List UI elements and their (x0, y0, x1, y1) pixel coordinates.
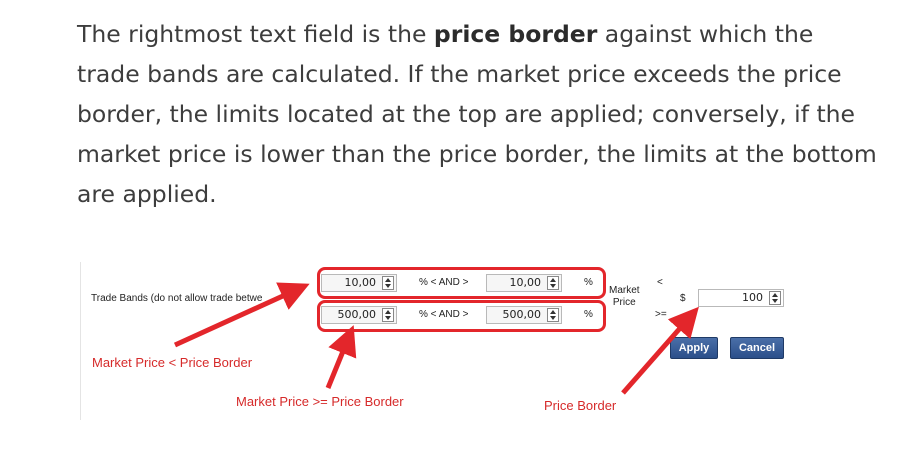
trade-bands-label: Trade Bands (do not allow trade betwe (91, 293, 263, 304)
upper-band-highlight (317, 267, 606, 299)
greater-equal-symbol: >= (655, 309, 667, 320)
spinner-icon[interactable] (769, 291, 781, 305)
apply-button[interactable]: Apply (670, 337, 718, 359)
annotation-market-lt-border: Market Price < Price Border (92, 355, 253, 370)
price-border-field[interactable]: 100 (698, 289, 784, 307)
market-price-label: Market Price (609, 285, 640, 308)
embedded-screenshot: Trade Bands (do not allow trade betwe 10… (80, 262, 801, 420)
paragraph-bold-term: price border (433, 20, 598, 48)
lower-band-highlight (317, 300, 606, 332)
paragraph-text-start: The rightmost text field is the (77, 20, 434, 48)
cancel-button[interactable]: Cancel (730, 337, 784, 359)
annotation-price-border: Price Border (544, 398, 617, 413)
annotation-market-gte-border: Market Price >= Price Border (236, 394, 404, 409)
price-border-value: 100 (742, 291, 763, 304)
description-paragraph: The rightmost text field is the price bo… (77, 14, 877, 214)
currency-symbol: $ (680, 293, 686, 304)
paragraph-text-end: against which the trade bands are calcul… (77, 20, 877, 208)
less-than-symbol: < (657, 277, 663, 288)
